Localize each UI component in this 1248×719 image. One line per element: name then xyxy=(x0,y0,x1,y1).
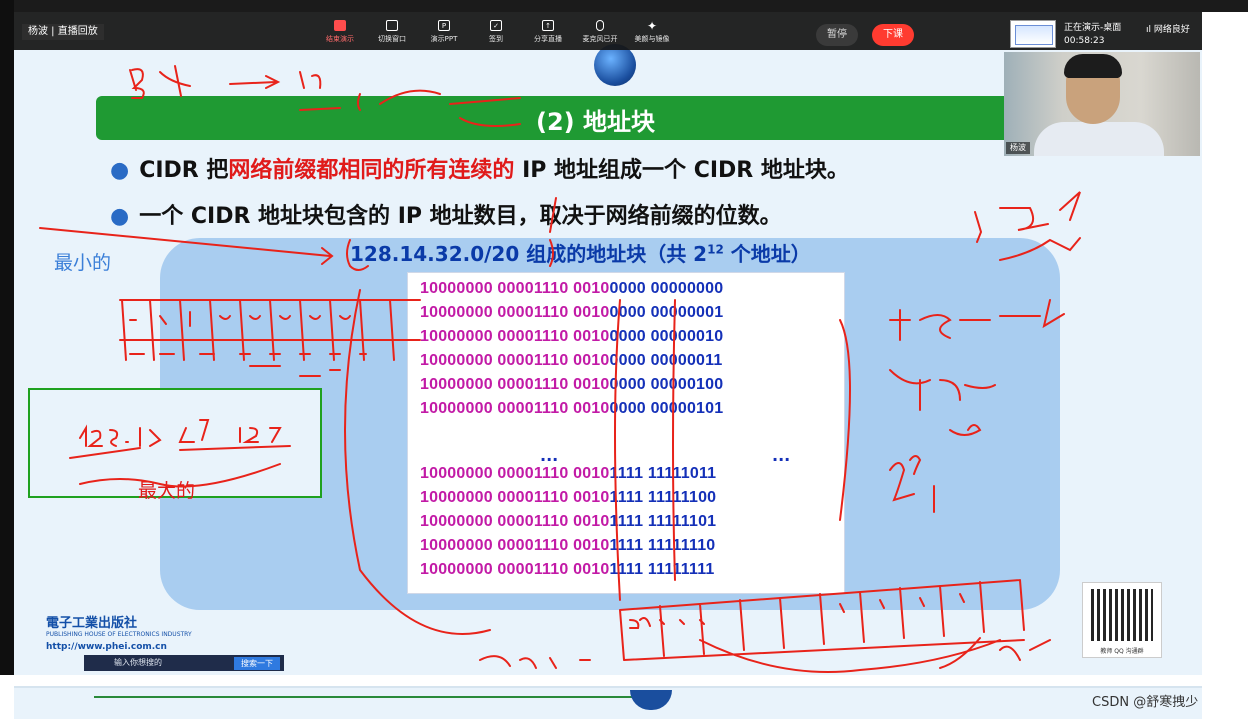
globe-logo-icon xyxy=(594,44,636,86)
network-status: ıl 网络良好 xyxy=(1146,25,1190,35)
microphone-icon xyxy=(596,20,604,31)
max-label: 最大的 xyxy=(138,480,196,502)
table-row: 10000000 00001110 00100000 00000001 xyxy=(420,304,724,321)
qr-code: 教师 QQ 沟通群 xyxy=(1082,582,1162,658)
webcam-view: 杨波 xyxy=(1004,52,1200,156)
presenter-label: 杨波 | 直播回放 xyxy=(22,24,104,40)
share-icon: ↑ xyxy=(542,20,554,31)
window-switch-icon xyxy=(386,20,398,31)
table-row: 10000000 00001110 00100000 00000000 xyxy=(420,280,724,297)
pause-button[interactable]: 暂停 xyxy=(816,24,858,46)
table-row: 10000000 00001110 00101111 11111111 xyxy=(420,561,715,578)
table-row: 10000000 00001110 00101111 11111101 xyxy=(420,513,717,530)
checkin-icon: ✓ xyxy=(490,20,502,31)
beauty-mirror-button[interactable]: ✦ 美颜与镜像 xyxy=(626,14,678,50)
ellipsis-right: ... xyxy=(772,446,791,465)
csdn-watermark: CSDN @舒寒拽少 xyxy=(1092,695,1199,710)
table-row: 10000000 00001110 00100000 00000010 xyxy=(420,328,724,345)
switch-window-button[interactable]: 切换窗口 xyxy=(366,14,418,50)
qr-code-icon xyxy=(1091,589,1153,641)
microphone-button[interactable]: 麦克风已开 xyxy=(574,14,626,50)
webcam-name: 杨波 xyxy=(1006,142,1030,154)
screen-share-icon xyxy=(334,20,346,31)
bullet-1: ● CIDR 把网络前缀都相同的所有连续的 IP 地址组成一个 CIDR 地址块。 xyxy=(110,158,849,183)
search-button[interactable]: 搜索一下 xyxy=(234,657,280,670)
signal-icon: ıl xyxy=(1146,25,1154,35)
qr-caption: 教师 QQ 沟通群 xyxy=(1100,648,1144,655)
ppt-icon: P xyxy=(438,20,450,31)
end-class-button[interactable]: 下课 xyxy=(872,24,914,46)
min-label: 最小的 xyxy=(54,252,112,274)
beauty-icon: ✦ xyxy=(646,18,658,33)
table-row: 10000000 00001110 00100000 00000100 xyxy=(420,376,724,393)
table-row: 10000000 00001110 00100000 00000101 xyxy=(420,400,724,417)
slide-header-line xyxy=(28,50,1008,70)
present-ppt-button[interactable]: P 演示PPT xyxy=(418,14,470,50)
slide-title: (2) 地址块 xyxy=(536,108,655,136)
table-row: 10000000 00001110 00101111 11111100 xyxy=(420,489,717,506)
table-row: 10000000 00001110 00100000 00000011 xyxy=(420,352,723,369)
checkin-button[interactable]: ✓ 签到 xyxy=(470,14,522,50)
bullet-2: ● 一个 CIDR 地址块包含的 IP 地址数目，取决于网络前缀的位数。 xyxy=(110,204,782,229)
table-row: 10000000 00001110 00101111 11111110 xyxy=(420,537,716,554)
window-edge-top xyxy=(14,0,1248,12)
share-live-button[interactable]: ↑ 分享直播 xyxy=(522,14,574,50)
table-row: 10000000 00001110 00101111 11111011 xyxy=(420,465,717,482)
window-edge xyxy=(0,0,14,675)
presenting-status: 正在演示-桌面 00:58:23 xyxy=(1064,23,1122,46)
publisher-logo: 電子工業出版社 PUBLISHING HOUSE OF ELECTRONICS … xyxy=(46,616,192,652)
address-block-subtitle: 128.14.32.0/20 组成的地址块（共 212 个地址） xyxy=(350,242,811,266)
slide-title-bar: (2) 地址块 xyxy=(96,96,1058,140)
toolbar-actions: 结束演示 切换窗口 P 演示PPT ✓ 签到 ↑ 分享直播 麦克风已开 ✦ 美颜… xyxy=(314,14,678,50)
ellipsis-left: ... xyxy=(540,446,559,465)
screen-thumbnail xyxy=(1010,20,1056,48)
duplicate-slide-strip xyxy=(14,686,1202,719)
end-presentation-button[interactable]: 结束演示 xyxy=(314,14,366,50)
